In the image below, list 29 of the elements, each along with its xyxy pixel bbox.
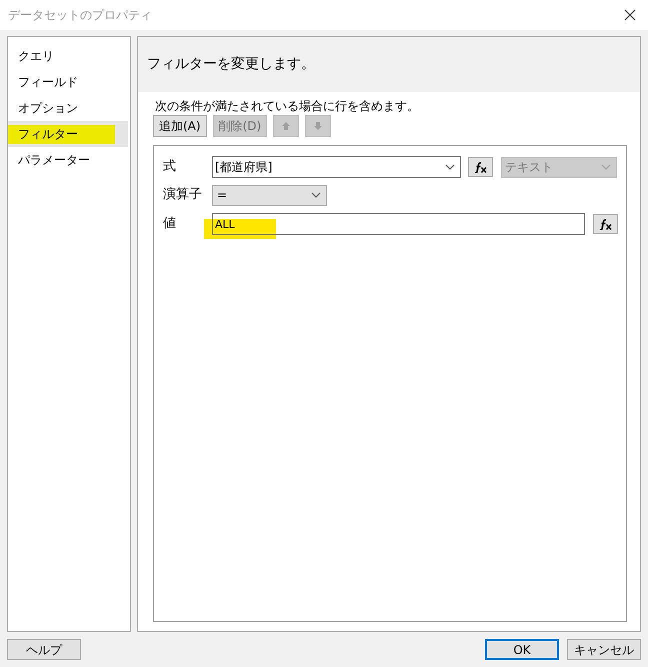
close-button[interactable] (622, 7, 638, 23)
ok-button[interactable]: OK (485, 639, 559, 660)
instruction-text: 次の条件が満たされている場合に行を含めます。 (154, 98, 420, 115)
chevron-icon (601, 164, 611, 170)
function-icon (474, 162, 487, 172)
cancel-button[interactable]: キャンセル (567, 639, 641, 660)
field-label: 値 (163, 215, 177, 234)
chevron-icon (445, 164, 455, 170)
close-icon (624, 9, 636, 21)
function-icon (599, 218, 612, 230)
field-label: 演算子 (163, 186, 203, 204)
sidebar-item[interactable]: パラメーター (8, 147, 128, 173)
sidebar-item[interactable]: オプション (8, 95, 128, 121)
field-label: 式 (163, 158, 177, 176)
up-arrow-icon (281, 121, 292, 131)
add-button[interactable]: 追加(A) (153, 115, 207, 137)
expression-button[interactable] (468, 157, 493, 177)
value-field[interactable]: ALL (212, 213, 585, 235)
page-header: フィルターを変更します。 (147, 55, 315, 74)
chevron-icon (311, 192, 321, 198)
sidebar-item[interactable]: クエリ (8, 43, 128, 69)
sidebar-item[interactable]: フィールド (8, 69, 128, 95)
sidebar-item[interactable]: フィルター (8, 121, 128, 147)
expression-button[interactable] (593, 214, 618, 234)
expression-dropdown[interactable]: [都道府県] (212, 156, 461, 178)
window-title: データセットのプロパティ (8, 7, 152, 24)
down-arrow-icon (313, 121, 324, 131)
help-button[interactable]: ヘルプ (7, 639, 81, 660)
operator-dropdown[interactable]: = (212, 184, 327, 206)
